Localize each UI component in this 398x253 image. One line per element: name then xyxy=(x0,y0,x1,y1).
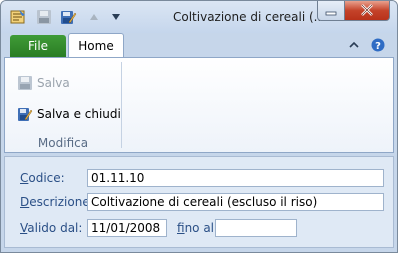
down-arrow-icon[interactable] xyxy=(107,8,125,26)
save-close-icon xyxy=(18,108,33,121)
valido-dal-label: Valido dal: xyxy=(20,221,82,235)
descrizione-label-accesskey: D xyxy=(20,195,30,209)
salva-e-chiudi-label: Salva e chiudi xyxy=(37,107,121,121)
app-window: Coltivazione di cereali (... File Home ? xyxy=(0,0,398,253)
save-icon xyxy=(18,76,32,90)
fino-al-label-text: ino al: xyxy=(184,221,219,235)
up-arrow-icon[interactable] xyxy=(85,8,103,26)
minimize-ribbon-icon[interactable] xyxy=(347,38,361,52)
descrizione-label-text: escrizione: xyxy=(29,195,94,209)
tab-file[interactable]: File xyxy=(10,35,66,57)
descrizione-field[interactable]: Coltivazione di cereali (escluso il riso… xyxy=(87,193,384,211)
codice-label: Codice: xyxy=(20,171,65,185)
ribbon-home: Salva Salva e chiudi Modifica xyxy=(4,57,394,153)
valido-dal-field[interactable]: 11/01/2008 xyxy=(87,219,167,237)
fino-al-field[interactable] xyxy=(215,219,297,237)
window-title: Coltivazione di cereali (... xyxy=(173,10,326,24)
valido-dal-label-text: alido dal: xyxy=(27,221,83,235)
codice-field[interactable]: 01.11.10 xyxy=(87,169,384,187)
svg-text:?: ? xyxy=(375,41,381,52)
group-separator xyxy=(121,62,122,148)
form-panel: Codice: 01.11.10 Descrizione: Coltivazio… xyxy=(4,156,394,248)
close-button[interactable] xyxy=(344,1,390,21)
descrizione-label: Descrizione: xyxy=(20,195,94,209)
app-icon[interactable] xyxy=(9,8,27,26)
minimize-icon xyxy=(325,11,337,16)
title-bar: Coltivazione di cereali (... xyxy=(1,1,397,33)
tab-home[interactable]: Home xyxy=(68,33,124,58)
fino-al-label-accesskey: f xyxy=(177,221,185,235)
salva-label: Salva xyxy=(37,76,70,90)
codice-label-text: odice: xyxy=(28,171,65,185)
help-icon[interactable]: ? xyxy=(371,38,385,52)
group-label-modifica: Modifica xyxy=(37,136,89,150)
minimize-button[interactable] xyxy=(317,1,345,21)
save-icon[interactable] xyxy=(35,8,53,26)
save-close-icon[interactable] xyxy=(59,8,77,26)
fino-al-label: fino al: xyxy=(177,221,218,235)
close-icon xyxy=(361,4,373,16)
